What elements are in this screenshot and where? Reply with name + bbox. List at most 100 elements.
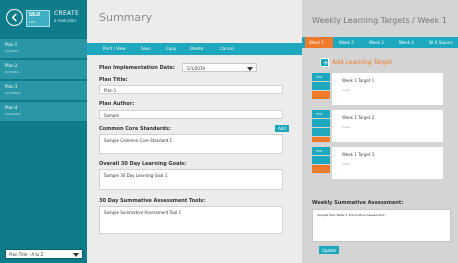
tab-week-3[interactable]: Week 3 [365, 37, 393, 48]
create-plan-sub[interactable]: a new plan [54, 18, 76, 23]
goals-area[interactable]: Sample 30 Day Learning Goal 1 [99, 169, 283, 190]
plus-icon: + [320, 58, 329, 67]
update-button[interactable]: Update [319, 246, 339, 254]
learning-target: Edit Week 1 Target 2 Video [312, 110, 443, 142]
delete-button[interactable]: Delete [190, 46, 203, 51]
sort-select-value: Plan Title - A to Z [9, 252, 44, 257]
sort-select[interactable]: Plan Title - A to Z [5, 249, 83, 259]
cancel-button[interactable]: Cancel [220, 46, 234, 51]
move-up-button[interactable] [312, 156, 330, 164]
plan-title-label: Plan Title: [99, 77, 128, 83]
sidebar: ULU unit CREATE a new plan Plan 1 5/1/20… [0, 0, 87, 263]
delete-target-button[interactable] [312, 137, 330, 142]
delete-target-button[interactable] [312, 91, 330, 99]
toolbar: Print / View Save Copy Delete Cancel [87, 43, 302, 55]
chevron-down-icon [247, 67, 253, 71]
edit-button[interactable]: Edit [312, 147, 330, 155]
delete-target-button[interactable] [312, 165, 330, 173]
tab-label: Week 3 [369, 40, 384, 45]
tab-label: Week 4 [399, 40, 414, 45]
target-resource: Video [342, 88, 351, 92]
update-label: Update [322, 248, 337, 253]
create-plan-link[interactable]: CREATE [54, 11, 79, 17]
learning-target: Edit Week 1 Target 1 Video [312, 73, 443, 105]
plan-author-value: Sample [104, 113, 119, 118]
logo: ULU unit [26, 10, 50, 27]
plan-list-item[interactable]: Plan 1 5/1/2019 [0, 39, 87, 59]
goals-value: Sample 30 Day Learning Goal 1 [104, 173, 168, 178]
back-button[interactable] [6, 9, 23, 26]
target-controls: Edit [312, 147, 330, 179]
target-title: Week 1 Target 1 [342, 78, 375, 83]
logo-subtext: unit [29, 20, 35, 24]
tab-week-1[interactable]: Week 1 [305, 37, 333, 48]
page-title: Summary [99, 11, 153, 24]
plan-item-date: 5/14/2019 [5, 91, 21, 95]
target-resource: Video [342, 125, 351, 129]
impl-date-value: 5/1/2019 [187, 66, 205, 71]
weekly-summative-label: Weekly Summative Assessment: [312, 200, 404, 206]
chevron-down-icon [73, 253, 79, 257]
weekly-targets-title: Weekly Learning Targets / Week 1 [312, 16, 447, 25]
edit-button[interactable]: Edit [312, 73, 330, 81]
add-standard-label: Add [278, 126, 286, 131]
add-standard-button[interactable]: Add [275, 125, 289, 132]
edit-button[interactable]: Edit [312, 110, 330, 118]
plan-item-title: Plan 1 [5, 42, 18, 47]
target-card[interactable]: Week 1 Target 3 Video [332, 147, 443, 179]
plan-item-title: Plan 4 [5, 105, 18, 110]
tools-area[interactable]: Sample Summative Assessment Tool 1 [99, 206, 283, 234]
move-up-button[interactable] [312, 119, 330, 127]
target-title: Week 1 Target 3 [342, 152, 375, 157]
tab-label: W. K Source [429, 40, 453, 45]
target-resource: Video [342, 162, 351, 166]
tab-source[interactable]: W. K Source [425, 37, 458, 48]
logo-text: ULU [29, 12, 41, 18]
edit-label: Edit [316, 75, 322, 79]
save-button[interactable]: Save [141, 46, 151, 51]
plan-item-date: 5/21/2019 [5, 112, 21, 116]
plan-title-field[interactable]: Plan 1 [99, 85, 283, 94]
learning-target: Edit Week 1 Target 3 Video [312, 147, 443, 179]
plan-item-date: 5/7/2019 [5, 70, 19, 74]
impl-date-label: Plan Implementation Date: [99, 65, 175, 71]
plan-item-title: Plan 2 [5, 63, 18, 68]
ccs-label: Common Core Standards: [99, 126, 171, 132]
ccs-value: Sample Common Core Standard 1 [104, 138, 173, 143]
plan-author-field[interactable]: Sample [99, 110, 283, 119]
add-learning-target-label: Add Learning Target [332, 59, 393, 66]
impl-date-select[interactable]: 5/1/2019 [182, 63, 257, 72]
target-controls: Edit [312, 110, 330, 142]
arrow-left-icon [11, 13, 17, 22]
summary-panel: Summary Print / View Save Copy Delete Ca… [87, 0, 302, 263]
plan-list-item[interactable]: Plan 2 5/7/2019 [0, 60, 87, 80]
week-tabs: Week 1 Week 2 Week 3 Week 4 W. K Source [302, 37, 458, 48]
weekly-targets-panel: Weekly Learning Targets / Week 1 Week 1 … [302, 0, 458, 263]
weekly-summative-value: Sample Plan Week 1 Summative Assessment [317, 213, 385, 217]
print-view-button[interactable]: Print / View [103, 46, 126, 51]
move-down-button[interactable] [312, 128, 330, 136]
edit-label: Edit [316, 112, 322, 116]
tab-week-2[interactable]: Week 2 [335, 37, 363, 48]
tools-label: 30 Day Summative Assessment Tools: [99, 198, 206, 204]
tab-label: Week 1 [309, 40, 324, 45]
ccs-area[interactable]: Sample Common Core Standard 1 [99, 134, 283, 154]
target-controls: Edit [312, 73, 330, 105]
weekly-summative-area[interactable]: Sample Plan Week 1 Summative Assessment [312, 209, 451, 242]
plan-list-item[interactable]: Plan 3 5/14/2019 [0, 81, 87, 101]
plan-item-date: 5/1/2019 [5, 49, 19, 53]
plan-item-title: Plan 3 [5, 84, 18, 89]
move-up-button[interactable] [312, 82, 330, 90]
goals-label: Overall 30 Day Learning Goals: [99, 161, 187, 167]
target-card[interactable]: Week 1 Target 2 Video [332, 110, 443, 142]
sidebar-header: ULU unit CREATE a new plan [0, 0, 87, 36]
tab-week-4[interactable]: Week 4 [395, 37, 423, 48]
plan-author-label: Plan Author: [99, 101, 135, 107]
edit-label: Edit [316, 149, 322, 153]
tab-label: Week 2 [339, 40, 354, 45]
tools-value: Sample Summative Assessment Tool 1 [104, 210, 182, 215]
copy-button[interactable]: Copy [166, 46, 176, 51]
plan-list-item[interactable]: Plan 4 5/21/2019 [0, 102, 87, 122]
plan-title-value: Plan 1 [104, 88, 117, 93]
target-card[interactable]: Week 1 Target 1 Video [332, 73, 443, 105]
